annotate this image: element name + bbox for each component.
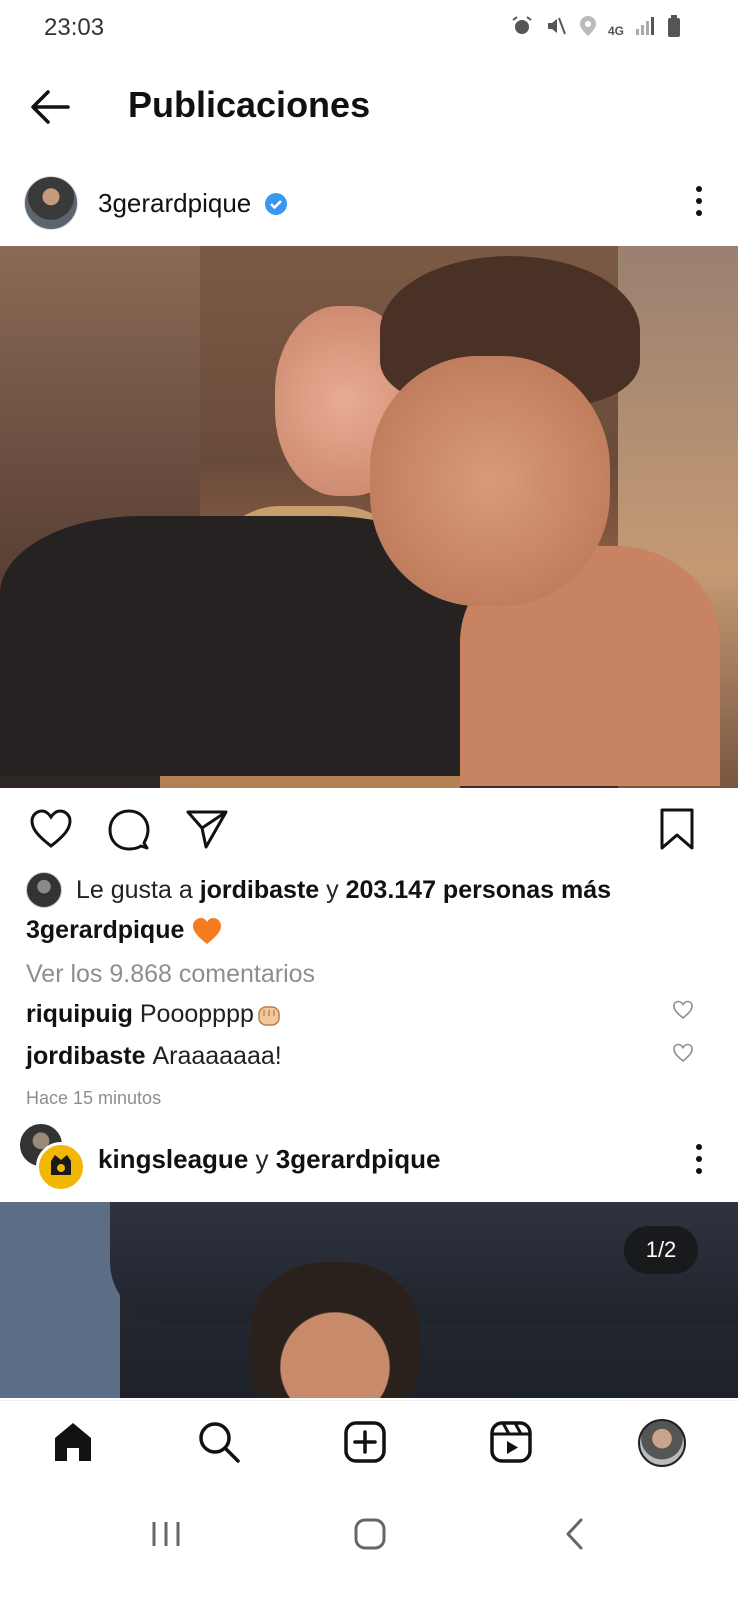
view-comments-link[interactable]: Ver los 9.868 comentarios [26,960,315,989]
avatar[interactable] [24,176,78,230]
comment-like-icon[interactable] [672,1000,694,1020]
liker-avatar [26,872,62,908]
save-bookmark-icon[interactable] [654,806,700,852]
comment-user[interactable]: riquipuig [26,1000,133,1029]
post-username[interactable]: 3gerardpique [98,188,251,219]
liked-by-join: y [319,875,346,904]
next-post-image[interactable]: 1/2 [0,1202,738,1398]
reels-icon[interactable] [488,1419,534,1465]
liked-by-others[interactable]: 203.147 personas más [346,876,611,905]
like-heart-icon[interactable] [28,806,74,852]
orange-heart-icon [192,917,222,945]
status-time: 23:03 [44,14,105,41]
status-icons: 4G [510,14,682,47]
mute-icon [544,14,568,47]
post-header: 3gerardpique [0,172,738,238]
fist-emoji-icon [256,1002,282,1028]
comment-like-icon[interactable] [672,1043,694,1063]
comment-item: jordibaste Araaaaaaa! [26,1042,282,1071]
page-title: Publicaciones [128,84,371,125]
collab-user-2[interactable]: 3gerardpique [276,1144,441,1174]
top-bar: Publicaciones [0,72,738,142]
next-post-header: kingsleague y 3gerardpique [0,1122,738,1192]
4g-icon: 4G [607,23,624,38]
comment-text: Araaaaaaa! [152,1042,282,1070]
signal-icon [634,15,656,46]
likes-row[interactable]: Le gusta a jordibaste y 203.147 personas… [26,872,611,908]
recent-apps-icon[interactable] [146,1514,186,1554]
comment-user[interactable]: jordibaste [26,1042,145,1071]
photo-head [250,1262,420,1398]
post-image[interactable] [0,246,738,788]
alarm-icon [510,14,534,47]
system-nav-bar [0,1484,738,1600]
comment-icon[interactable] [106,806,152,852]
location-icon [578,14,598,47]
comment-item: riquipuig Pooopppp [26,1000,282,1029]
comment-text: Pooopppp [139,1000,254,1028]
post-timestamp: Hace 15 minutos [26,1088,162,1108]
collab-user-1[interactable]: kingsleague [98,1144,248,1174]
comment-separator [133,1000,140,1029]
more-options-icon[interactable] [694,1142,704,1176]
more-options-icon[interactable] [694,184,704,218]
verified-badge-icon [264,192,288,216]
liked-by-user[interactable]: jordibaste [200,876,319,905]
carousel-counter: 1/2 [624,1226,698,1274]
bottom-nav [0,1400,738,1484]
comment-separator [145,1042,152,1071]
photo-van-frame [0,1202,120,1398]
collab-join: y [248,1144,276,1174]
status-bar: 23:03 4G [0,0,738,56]
system-back-icon[interactable] [556,1514,596,1554]
search-icon[interactable] [196,1419,242,1465]
share-icon[interactable] [184,806,230,852]
collab-names: kingsleague y 3gerardpique [98,1144,440,1175]
profile-avatar[interactable] [638,1419,686,1467]
battery-icon [666,14,682,47]
create-icon[interactable] [342,1419,388,1465]
liked-by-prefix: Le gusta a [76,875,200,904]
caption: 3gerardpique [26,916,222,945]
post-actions [0,806,738,856]
home-icon[interactable] [50,1419,96,1465]
back-arrow-icon[interactable] [28,86,74,128]
home-button-icon[interactable] [350,1514,390,1554]
caption-username[interactable]: 3gerardpique [26,916,184,945]
photo-face-man [370,356,610,606]
collab-avatar-front[interactable] [36,1142,86,1192]
